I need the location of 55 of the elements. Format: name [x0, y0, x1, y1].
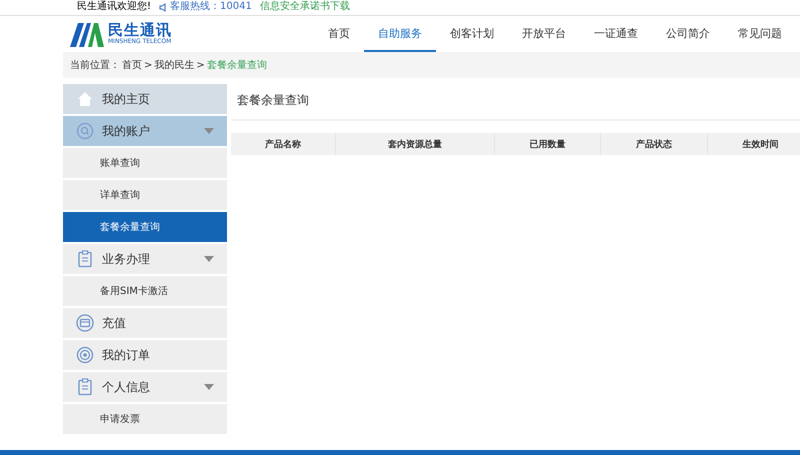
submenu-item[interactable]: 详单查询	[63, 180, 227, 212]
menu-label: 我的订单	[102, 346, 150, 364]
menu-label: 个人信息	[102, 378, 150, 396]
menu-label: 我的主页	[102, 90, 150, 108]
caret-icon	[204, 128, 214, 134]
menu-item[interactable]: 业务办理	[63, 244, 227, 276]
submenu-item[interactable]: 账单查询	[63, 148, 227, 180]
caret-icon	[204, 384, 214, 390]
nav-tab[interactable]: 创客计划	[436, 16, 508, 52]
menu-label: 账单查询	[100, 156, 140, 170]
menu-label: 详单查询	[100, 188, 140, 202]
column-header: 已用数量	[494, 133, 601, 155]
search-icon	[76, 122, 94, 140]
breadcrumb-link[interactable]: 我的民生	[154, 58, 194, 72]
breadcrumb-current: 套餐余量查询	[206, 58, 267, 72]
column-header: 套内资源总量	[336, 133, 494, 155]
home-icon	[76, 90, 94, 108]
speaker-icon	[159, 2, 168, 12]
menu-label: 套餐余量查询	[100, 220, 160, 234]
menu-label: 业务办理	[102, 250, 150, 268]
column-header: 生效时间	[707, 133, 800, 155]
breadcrumb-link[interactable]: 首页	[122, 58, 142, 72]
submenu-item[interactable]: 套餐余量查询	[63, 212, 227, 244]
nav-tab[interactable]: 开放平台	[508, 16, 580, 52]
breadcrumb-label: 当前位置：	[70, 58, 120, 72]
column-header: 产品名称	[231, 133, 336, 155]
submenu-item[interactable]: 备用SIM卡激活	[63, 276, 227, 308]
menu-item[interactable]: 充值	[63, 308, 227, 340]
logo-name: 民生通讯	[108, 22, 172, 38]
menu-label: 申请发票	[100, 412, 140, 426]
breadcrumb-separator: >	[144, 60, 152, 70]
menu-item[interactable]: 我的主页	[63, 84, 227, 116]
menu-label: 充值	[102, 314, 126, 332]
submenu-item[interactable]: 申请发票	[63, 404, 227, 436]
breadcrumb-separator: >	[196, 60, 205, 70]
logo-icon	[70, 21, 104, 47]
nav-tab[interactable]: 一证通查	[580, 16, 652, 52]
menu-label: 备用SIM卡激活	[100, 284, 168, 298]
caret-icon	[204, 256, 214, 262]
nav-tab[interactable]: 公司简介	[652, 16, 724, 52]
nav-tab[interactable]: 常见问题	[724, 16, 796, 52]
menu-item[interactable]: 个人信息	[63, 372, 227, 404]
target-icon	[76, 346, 94, 364]
menu-item[interactable]: 我的订单	[63, 340, 227, 372]
nav-tab[interactable]: 首页	[314, 16, 364, 52]
menu-label: 我的账户	[102, 122, 150, 140]
card-icon	[76, 314, 94, 332]
promise-download-link[interactable]: 信息安全承诺书下载	[260, 1, 350, 13]
column-header: 产品状态	[600, 133, 708, 155]
clipboard-icon	[76, 378, 94, 396]
menu-item[interactable]: 我的账户	[63, 116, 227, 148]
page-title: 套餐余量查询	[231, 84, 800, 121]
welcome-text: 民生通讯欢迎您!	[77, 1, 152, 13]
hotline-text: 客服热线：10041	[159, 1, 252, 13]
clipboard-icon	[76, 250, 94, 268]
